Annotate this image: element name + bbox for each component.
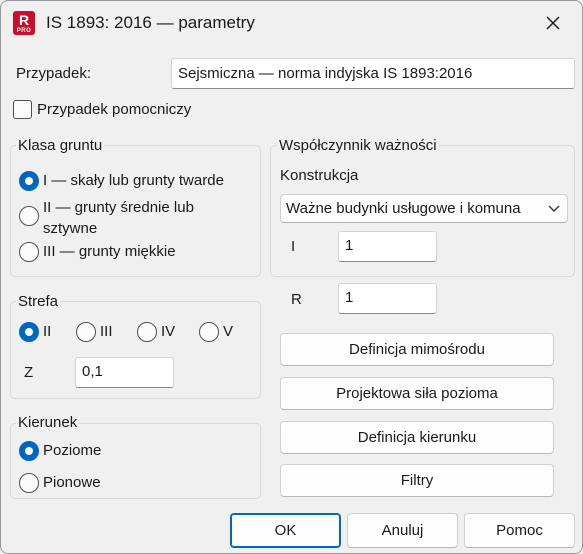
app-icon-sub: PRO bbox=[16, 28, 32, 34]
case-label: Przypadek: bbox=[16, 65, 92, 82]
direction-horizontal-label: Poziome bbox=[43, 442, 102, 459]
zone-iii-radio[interactable] bbox=[76, 322, 96, 342]
zone-v-label: V bbox=[223, 323, 234, 340]
eccentricity-definition-button[interactable]: Definicja mimośrodu bbox=[280, 333, 554, 366]
z-factor-label: Z bbox=[24, 364, 34, 381]
r-factor-field[interactable]: 1 bbox=[338, 283, 437, 314]
app-icon-letter: R bbox=[18, 12, 30, 28]
soil-class-iii-label: III — grunty miękkie bbox=[43, 243, 176, 260]
case-field[interactable]: Sejsmiczna — norma indyjska IS 1893:2016 bbox=[171, 58, 575, 89]
direction-definition-button[interactable]: Definicja kierunku bbox=[280, 421, 554, 454]
dialog-window: R PRO IS 1893: 2016 — parametry Przypade… bbox=[0, 0, 583, 554]
construction-label: Konstrukcja bbox=[280, 167, 359, 184]
construction-value: Ważne budynki usługowe i komuna bbox=[286, 200, 521, 217]
importance-title: Współczynnik ważności bbox=[277, 137, 439, 154]
soil-class-title: Klasa gruntu bbox=[16, 137, 105, 154]
soil-class-ii-label-line2: sztywne bbox=[43, 220, 98, 237]
filters-button[interactable]: Filtry bbox=[280, 464, 554, 497]
construction-select[interactable]: Ważne budynki usługowe i komuna bbox=[280, 194, 568, 223]
aux-case-checkbox[interactable] bbox=[13, 100, 32, 119]
zone-ii-radio[interactable] bbox=[19, 322, 39, 342]
aux-case-label: Przypadek pomocniczy bbox=[37, 101, 192, 118]
soil-class-ii-label-line1: II — grunty średnie lub bbox=[43, 199, 194, 216]
zone-iv-radio[interactable] bbox=[137, 322, 157, 342]
i-factor-label: I bbox=[291, 238, 296, 255]
chevron-down-icon bbox=[548, 205, 560, 212]
direction-vertical-radio[interactable] bbox=[19, 473, 39, 493]
soil-class-ii-radio[interactable] bbox=[19, 206, 39, 226]
direction-vertical-label: Pionowe bbox=[43, 474, 101, 491]
close-icon bbox=[546, 16, 560, 30]
direction-horizontal-radio[interactable] bbox=[19, 441, 39, 461]
direction-title: Kierunek bbox=[16, 414, 80, 431]
title-bar: R PRO IS 1893: 2016 — parametry bbox=[1, 1, 582, 45]
zone-v-radio[interactable] bbox=[199, 322, 219, 342]
horizontal-force-button[interactable]: Projektowa siła pozioma bbox=[280, 377, 554, 410]
i-factor-field[interactable]: 1 bbox=[338, 231, 437, 262]
r-factor-label: R bbox=[291, 291, 302, 308]
close-button[interactable] bbox=[541, 11, 565, 35]
ok-button[interactable]: OK bbox=[230, 513, 341, 548]
soil-class-i-label: I — skały lub grunty twarde bbox=[43, 172, 224, 189]
soil-class-iii-radio[interactable] bbox=[19, 242, 39, 262]
z-factor-field[interactable]: 0,1 bbox=[75, 357, 174, 388]
zone-title: Strefa bbox=[16, 293, 61, 310]
robot-app-icon: R PRO bbox=[13, 11, 35, 35]
cancel-button[interactable]: Anuluj bbox=[347, 513, 458, 548]
zone-iv-label: IV bbox=[161, 323, 176, 340]
help-button[interactable]: Pomoc bbox=[464, 513, 575, 548]
window-title: IS 1893: 2016 — parametry bbox=[46, 13, 255, 32]
zone-ii-label: II bbox=[43, 323, 52, 340]
zone-iii-label: III bbox=[100, 323, 113, 340]
soil-class-i-radio[interactable] bbox=[19, 171, 39, 191]
